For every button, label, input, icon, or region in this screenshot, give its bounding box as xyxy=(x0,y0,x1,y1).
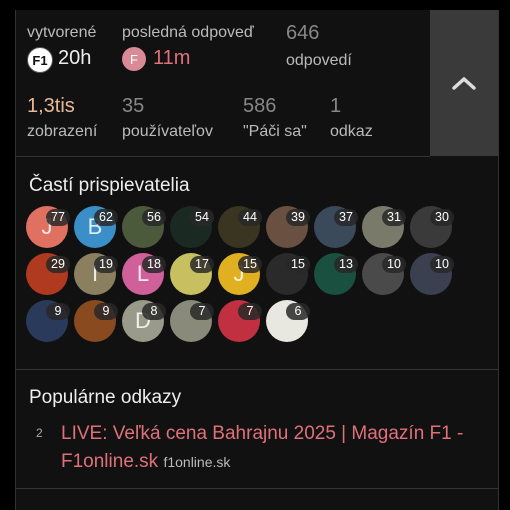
post-count-badge: 10 xyxy=(382,256,406,273)
poster-avatar[interactable]: D8 xyxy=(122,300,166,344)
links-label: odkaz xyxy=(330,123,373,140)
replies-count: 646 xyxy=(286,22,320,44)
poster-avatar[interactable]: B 62 xyxy=(74,206,118,250)
last-reply-label: posledná odpoveď xyxy=(122,24,254,41)
post-count-badge: 9 xyxy=(46,303,70,320)
poster-avatar[interactable]: 30 xyxy=(410,206,454,250)
poster-avatar[interactable]: 31 xyxy=(362,206,406,250)
poster-avatar[interactable]: 56 xyxy=(122,206,166,250)
poster-avatar[interactable]: 37 xyxy=(314,206,358,250)
creator-avatar[interactable]: F1 xyxy=(27,47,53,73)
poster-avatar[interactable]: 6 xyxy=(266,300,310,344)
poster-avatar[interactable]: 10 xyxy=(362,253,406,297)
post-count-badge: 31 xyxy=(382,209,406,226)
poster-avatar[interactable]: 10 xyxy=(410,253,454,297)
poster-avatar[interactable]: L 18 xyxy=(122,253,166,297)
users-label: používateľov xyxy=(122,123,213,140)
poster-avatar[interactable]: 39 xyxy=(266,206,310,250)
post-count-badge: 17 xyxy=(190,256,214,273)
poster-avatar[interactable]: J 15 xyxy=(218,253,262,297)
post-count-badge: 19 xyxy=(94,256,118,273)
post-count-badge: 6 xyxy=(286,303,310,320)
last-reply-value[interactable]: 11m xyxy=(153,47,190,70)
post-count-badge: 29 xyxy=(46,256,70,273)
bottom-divider xyxy=(16,488,498,489)
post-count-badge: 7 xyxy=(238,303,262,320)
poster-avatar[interactable]: 17 xyxy=(170,253,214,297)
poster-avatar[interactable]: I 19 xyxy=(74,253,118,297)
collapse-toggle-button[interactable] xyxy=(430,10,498,156)
post-count-badge: 44 xyxy=(238,209,262,226)
popular-link-domain: f1online.sk xyxy=(163,454,231,470)
last-replier-avatar[interactable]: F xyxy=(122,47,146,71)
post-count-badge: 37 xyxy=(334,209,358,226)
topic-stats: vytvorené F1 20h posledná odpoveď F 11m … xyxy=(16,10,430,157)
post-count-badge: 62 xyxy=(94,209,118,226)
created-label: vytvorené xyxy=(27,24,97,41)
post-count-badge: 39 xyxy=(286,209,310,226)
post-count-badge: 10 xyxy=(430,256,454,273)
poster-avatar[interactable]: 29 xyxy=(26,253,70,297)
poster-avatar[interactable]: 15 xyxy=(266,253,310,297)
likes-label: "Páči sa" xyxy=(243,123,307,140)
link-click-count: 2 xyxy=(36,426,43,440)
poster-avatar[interactable]: J 77 xyxy=(26,206,70,250)
post-count-badge: 54 xyxy=(190,209,214,226)
post-count-badge: 15 xyxy=(286,256,310,273)
post-count-badge: 56 xyxy=(142,209,166,226)
links-count: 1 xyxy=(330,95,342,117)
poster-avatar[interactable]: 54 xyxy=(170,206,214,250)
likes-count: 586 xyxy=(243,95,277,117)
post-count-badge: 7 xyxy=(190,303,214,320)
section-divider xyxy=(16,369,498,370)
post-count-badge: 13 xyxy=(334,256,358,273)
poster-avatar[interactable]: 9 xyxy=(26,300,70,344)
post-count-badge: 15 xyxy=(238,256,262,273)
chevron-up-icon xyxy=(452,77,476,90)
topic-map-panel: vytvorené F1 20h posledná odpoveď F 11m … xyxy=(15,10,499,510)
poster-avatar[interactable]: 7 xyxy=(218,300,262,344)
popular-links-title: Populárne odkazy xyxy=(29,387,182,408)
created-value[interactable]: 20h xyxy=(58,47,91,70)
post-count-badge: 30 xyxy=(430,209,454,226)
users-count: 35 xyxy=(122,95,145,117)
frequent-posters-title: Častí prispievatelia xyxy=(29,175,190,196)
views-label: zobrazení xyxy=(27,123,98,140)
replies-label: odpovedí xyxy=(286,52,352,69)
post-count-badge: 8 xyxy=(142,303,166,320)
post-count-badge: 18 xyxy=(142,256,166,273)
post-count-badge: 77 xyxy=(46,209,70,226)
popular-link-text[interactable]: LIVE: Veľká cena Bahrajnu 2025 | Magazín… xyxy=(61,423,463,472)
poster-avatar[interactable]: 9 xyxy=(74,300,118,344)
post-count-badge: 9 xyxy=(94,303,118,320)
poster-avatar[interactable]: 7 xyxy=(170,300,214,344)
poster-avatar[interactable]: 44 xyxy=(218,206,262,250)
poster-avatar[interactable]: 13 xyxy=(314,253,358,297)
views-count: 1,3tis xyxy=(27,95,75,117)
popular-link[interactable]: LIVE: Veľká cena Bahrajnu 2025 | Magazín… xyxy=(61,420,491,476)
